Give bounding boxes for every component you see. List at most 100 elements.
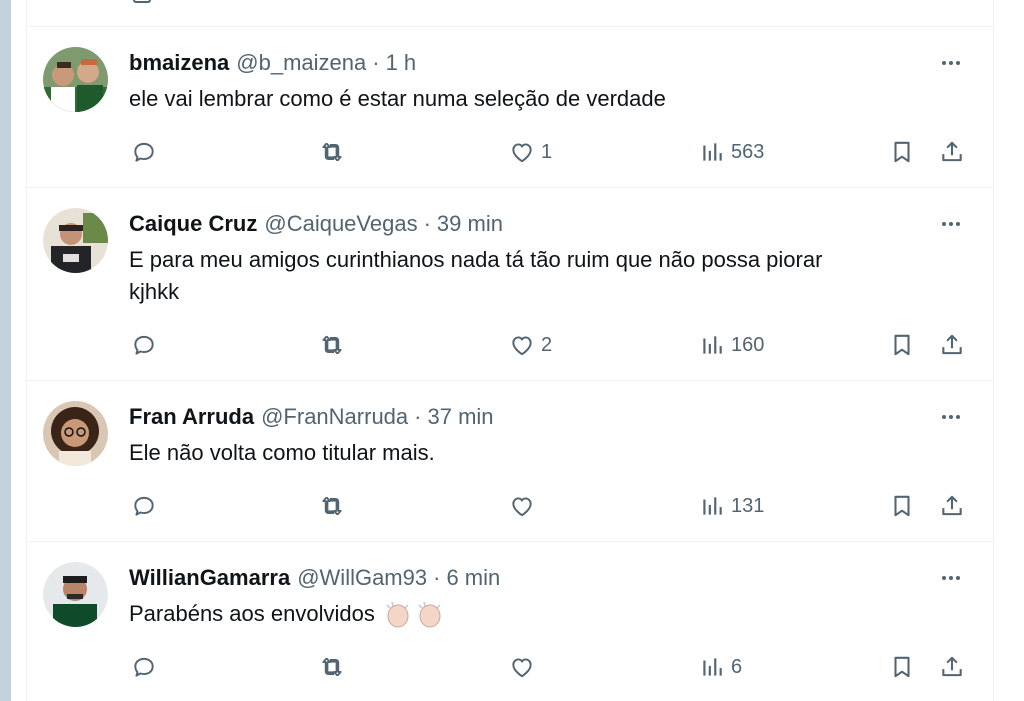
more-options-button[interactable] — [937, 564, 965, 592]
tweet-header: Fran Arruda @FranNarruda · 37 min — [129, 403, 494, 431]
retweet-button[interactable] — [319, 650, 345, 684]
tweet-actions: 1 563 — [27, 135, 993, 169]
display-name[interactable]: Fran Arruda — [129, 404, 254, 430]
timestamp[interactable]: 37 min — [427, 404, 493, 430]
views-count: 131 — [731, 494, 765, 517]
bookmark-button[interactable] — [889, 135, 915, 169]
reply-button[interactable] — [131, 135, 157, 169]
username[interactable]: @CaiqueVegas — [264, 211, 417, 237]
reply-icon — [134, 142, 154, 162]
tweet-header: WillianGamarra @WillGam93 · 6 min — [129, 564, 500, 592]
more-options-button[interactable] — [937, 49, 965, 77]
avatar[interactable] — [43, 47, 108, 112]
timestamp[interactable]: 6 min — [446, 565, 500, 591]
username[interactable]: @b_maizena — [236, 50, 366, 76]
share-icon — [942, 334, 962, 355]
tweet-caique-cruz[interactable]: Caique Cruz @CaiqueVegas · 39 min E para… — [27, 188, 993, 381]
views-chart-icon — [703, 143, 722, 161]
bookmark-icon — [894, 656, 910, 678]
timestamp[interactable]: 1 h — [386, 50, 417, 76]
separator: · — [433, 565, 441, 590]
bookmark-button[interactable] — [889, 489, 915, 523]
reply-button[interactable] — [131, 489, 157, 523]
previous-tweet-stub — [27, 0, 993, 27]
avatar-image — [43, 47, 108, 112]
tweet-fran-arruda[interactable]: Fran Arruda @FranNarruda · 37 min Ele nã… — [27, 381, 993, 542]
views-chart-icon — [703, 497, 722, 515]
separator: · — [414, 404, 422, 429]
clapping-hands-emoji-1 — [386, 602, 409, 628]
like-count: 2 — [541, 333, 553, 356]
avatar[interactable] — [43, 562, 108, 627]
retweet-icon — [322, 142, 342, 162]
replies-timeline: bmaizena @b_maizena · 1 h ele vai lembra… — [26, 0, 994, 701]
like-button[interactable]: 2 — [509, 328, 552, 362]
views-chart-icon — [703, 658, 722, 676]
share-icon — [942, 495, 962, 516]
more-options-button[interactable] — [937, 403, 965, 431]
retweet-icon — [322, 335, 342, 355]
bookmark-button[interactable] — [889, 650, 915, 684]
tweet-bmaizena[interactable]: bmaizena @b_maizena · 1 h ele vai lembra… — [27, 27, 993, 188]
views-chart-icon — [703, 336, 722, 354]
avatar-image — [43, 562, 108, 627]
bookmark-button[interactable] — [889, 328, 915, 362]
bookmark-icon — [894, 334, 910, 356]
heart-icon — [512, 497, 532, 517]
bookmark-icon — [894, 141, 910, 163]
share-icon — [942, 656, 962, 677]
views-button[interactable]: 563 — [699, 135, 764, 169]
avatar[interactable] — [43, 208, 108, 273]
retweet-button[interactable] — [319, 489, 345, 523]
like-button[interactable] — [509, 489, 541, 523]
like-count: 1 — [541, 140, 553, 163]
reply-button[interactable] — [131, 650, 157, 684]
bookmark-icon — [894, 495, 910, 517]
share-button[interactable] — [939, 135, 965, 169]
separator: · — [423, 211, 431, 236]
username[interactable]: @WillGam93 — [297, 565, 427, 591]
reply-button[interactable] — [131, 328, 157, 362]
tweet-text: E para meu amigos curinthianos nada tá t… — [129, 247, 823, 304]
share-button[interactable] — [939, 489, 965, 523]
reply-icon — [134, 335, 154, 355]
display-name[interactable]: bmaizena — [129, 50, 229, 76]
views-count: 6 — [731, 655, 743, 678]
clapping-hands-emoji-2 — [418, 602, 441, 628]
tweet-williangamarra[interactable]: WillianGamarra @WillGam93 · 6 min Parabé… — [27, 542, 993, 701]
like-button[interactable] — [509, 650, 541, 684]
username[interactable]: @FranNarruda — [261, 404, 408, 430]
share-icon — [942, 141, 962, 162]
views-count: 160 — [731, 333, 765, 356]
display-name[interactable]: WillianGamarra — [129, 565, 290, 591]
tweet-actions: 131 — [27, 489, 993, 523]
heart-icon — [512, 336, 532, 356]
timestamp[interactable]: 39 min — [437, 211, 503, 237]
tweet-actions: 2 160 — [27, 328, 993, 362]
like-button[interactable]: 1 — [509, 135, 552, 169]
views-button[interactable]: 6 — [699, 650, 742, 684]
retweet-button[interactable] — [319, 135, 345, 169]
views-count: 563 — [731, 140, 765, 163]
tweet-header: Caique Cruz @CaiqueVegas · 39 min — [129, 210, 503, 238]
avatar-image — [43, 401, 108, 466]
tweet-actions: 6 — [27, 650, 993, 684]
avatar[interactable] — [43, 401, 108, 466]
more-options-button[interactable] — [937, 210, 965, 238]
retweet-icon — [322, 657, 342, 677]
left-scroll-rail — [0, 0, 11, 701]
retweet-icon — [322, 496, 342, 516]
separator: · — [372, 50, 380, 75]
share-button[interactable] — [939, 328, 965, 362]
bookmark-icon-partial[interactable] — [133, 0, 151, 3]
avatar-image — [43, 208, 108, 273]
heart-icon — [512, 143, 532, 163]
views-button[interactable]: 131 — [699, 489, 764, 523]
reply-icon — [134, 496, 154, 516]
views-button[interactable]: 160 — [699, 328, 764, 362]
retweet-button[interactable] — [319, 328, 345, 362]
tweet-text: Ele não volta como titular mais. — [129, 440, 435, 465]
display-name[interactable]: Caique Cruz — [129, 211, 257, 237]
share-button[interactable] — [939, 650, 965, 684]
tweet-header: bmaizena @b_maizena · 1 h — [129, 49, 416, 77]
